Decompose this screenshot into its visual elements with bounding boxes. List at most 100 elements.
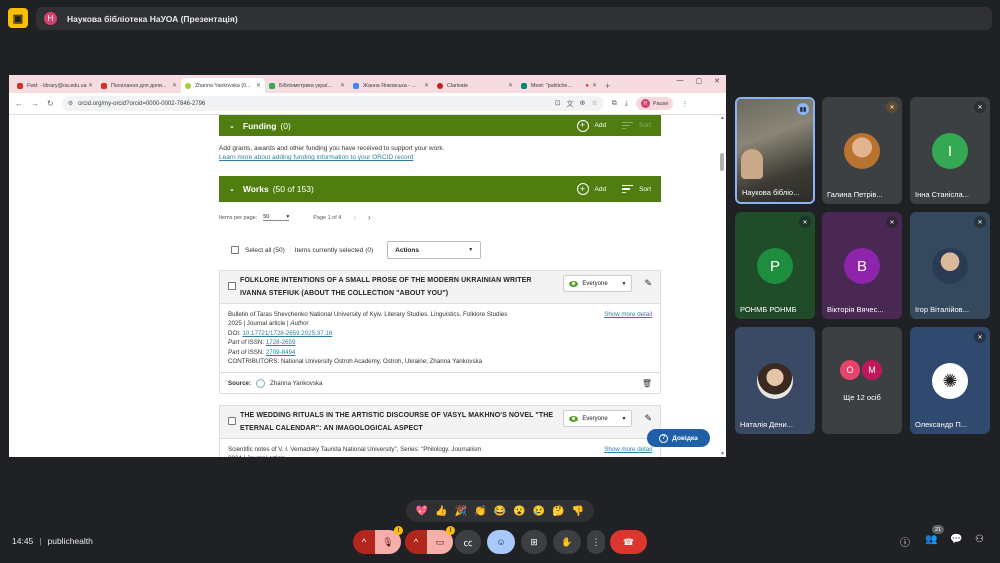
participant-tile[interactable]: ✕ Р РОНМБ РОНМБ: [735, 212, 815, 319]
leave-call-button[interactable]: ☎: [610, 530, 647, 554]
close-tab-icon[interactable]: ✕: [340, 82, 345, 89]
chat-icon[interactable]: 💬: [950, 534, 962, 545]
show-more-detail-link[interactable]: Show more detail: [604, 445, 652, 454]
close-tab-icon[interactable]: ✕: [88, 82, 93, 89]
scroll-thumb[interactable]: [720, 153, 724, 171]
browser-tab[interactable]: Посилання для допи... ✕: [97, 78, 181, 93]
browser-tab-active[interactable]: Zhanna Yankovska (0... ✕: [181, 78, 265, 93]
forward-icon[interactable]: →: [31, 99, 39, 108]
profile-button[interactable]: Н Pause: [635, 97, 674, 110]
scroll-down-icon[interactable]: ▼: [720, 451, 725, 457]
select-all-checkbox[interactable]: [231, 246, 239, 254]
activities-icon[interactable]: ⚇: [975, 534, 984, 545]
scroll-up-icon[interactable]: ▲: [720, 115, 725, 121]
address-bar[interactable]: ⚙ orcid.org/my-orcid?orcid=0000-0002-784…: [61, 96, 604, 111]
browser-tab[interactable]: Clarivate ✕: [433, 78, 517, 93]
help-button[interactable]: ? Довідка: [647, 429, 710, 447]
menu-kebab-icon[interactable]: ⋮: [681, 100, 688, 108]
add-circle-icon[interactable]: +: [576, 183, 589, 195]
works-sort-button[interactable]: Sort: [639, 186, 651, 193]
zoom-icon[interactable]: ⊕: [580, 99, 586, 109]
more-participants-tile[interactable]: О М Ще 12 осіб: [822, 327, 902, 434]
site-info-icon[interactable]: ⚙: [68, 100, 73, 107]
camera-toggle-button[interactable]: ▭ !: [427, 526, 455, 554]
mic-toggle-button[interactable]: 🎙 !: [375, 526, 403, 554]
more-options-button[interactable]: ⋮: [587, 530, 605, 554]
reaction-thinking-icon[interactable]: 🤔: [552, 506, 564, 517]
visibility-dropdown[interactable]: Everyone ▼: [563, 410, 633, 427]
browser-tab[interactable]: Бібліометрика украї... ✕: [265, 78, 349, 93]
browser-tab[interactable]: Жанна Янковська - ... ✕: [349, 78, 433, 93]
funding-learn-more-link[interactable]: Learn more about adding funding informat…: [219, 154, 413, 161]
reaction-heart-icon[interactable]: 💖: [416, 506, 428, 517]
participant-logo: ✺: [932, 363, 968, 399]
actions-dropdown[interactable]: Actions ▼: [387, 241, 482, 259]
works-add-button[interactable]: Add: [595, 186, 607, 193]
close-tab-icon[interactable]: ✕: [592, 82, 597, 89]
participant-photo: [844, 133, 880, 169]
participant-tile[interactable]: ✕ І Інна Станісла...: [910, 97, 990, 204]
previous-page-icon[interactable]: ‹: [353, 213, 356, 222]
issn-link[interactable]: 1728-2659: [266, 339, 296, 346]
work-checkbox[interactable]: [228, 282, 236, 290]
install-icon[interactable]: ⊡: [555, 99, 561, 109]
translate-icon[interactable]: 文: [567, 99, 574, 109]
raise-hand-button[interactable]: ✋: [553, 530, 581, 554]
bookmark-star-icon[interactable]: ☆: [591, 99, 597, 109]
close-tab-icon[interactable]: ✕: [508, 82, 513, 89]
edit-pencil-icon[interactable]: ✎: [644, 413, 652, 424]
new-tab-icon[interactable]: +: [605, 81, 610, 91]
maximize-icon[interactable]: ▢: [696, 77, 703, 85]
close-window-icon[interactable]: ✕: [714, 77, 720, 85]
camera-options-button[interactable]: ^: [405, 530, 427, 554]
trash-icon[interactable]: 🗑: [642, 379, 652, 388]
captions-button[interactable]: ㏄: [455, 530, 481, 554]
minimize-icon[interactable]: —: [677, 77, 684, 85]
chevron-down-icon[interactable]: ⌄: [229, 185, 235, 193]
browser-tab[interactable]: Meet: "publiche... ● ✕: [517, 78, 601, 93]
browser-tab[interactable]: Fwd: - library@oa.edu.ua ✕: [13, 78, 97, 93]
reaction-thumbs-up-icon[interactable]: 👍: [435, 506, 447, 517]
extensions-icon[interactable]: ⧉: [612, 100, 617, 108]
funding-section-header[interactable]: ⌄ Funding (0) + Add Sort: [219, 115, 661, 136]
show-more-detail-link[interactable]: Show more detail: [604, 310, 652, 319]
sort-icon[interactable]: [622, 183, 634, 195]
participant-tile[interactable]: ✕ В Вікторія Вячес...: [822, 212, 902, 319]
next-page-icon[interactable]: ›: [368, 213, 371, 222]
reaction-surprised-icon[interactable]: 😮: [513, 506, 525, 517]
issn-link[interactable]: 2709-8494: [266, 349, 296, 356]
emoji-button[interactable]: ☺: [487, 530, 515, 554]
participant-tile[interactable]: ✕ Ігор Віталійов...: [910, 212, 990, 319]
chevron-down-icon[interactable]: ⌄: [229, 122, 235, 130]
reload-icon[interactable]: ↻: [47, 99, 54, 108]
sort-icon[interactable]: [622, 120, 634, 132]
download-icon[interactable]: ⤓: [625, 100, 628, 108]
items-per-page-select[interactable]: 50 ▾: [263, 214, 290, 221]
close-tab-icon[interactable]: ✕: [172, 82, 177, 89]
reaction-sad-icon[interactable]: 😢: [533, 506, 545, 517]
participant-tile[interactable]: ✕ Галина Петрів...: [822, 97, 902, 204]
works-section-header[interactable]: ⌄ Works (50 of 153) + Add Sort: [219, 176, 661, 202]
add-circle-icon[interactable]: +: [576, 119, 589, 132]
visibility-dropdown[interactable]: Everyone ▼: [563, 275, 633, 292]
participant-tile[interactable]: ▮▮ Наукова бібліо...: [735, 97, 815, 204]
edit-pencil-icon[interactable]: ✎: [644, 278, 652, 289]
people-icon[interactable]: 👥: [925, 534, 937, 545]
funding-sort-button[interactable]: Sort: [639, 122, 651, 129]
work-checkbox[interactable]: [228, 417, 236, 425]
reaction-laugh-icon[interactable]: 😂: [494, 506, 506, 517]
meeting-details-icon[interactable]: ⓘ: [900, 534, 910, 549]
participant-tile[interactable]: Наталія Дени...: [735, 327, 815, 434]
reaction-clap-icon[interactable]: 👏: [474, 506, 486, 517]
back-icon[interactable]: ←: [15, 99, 23, 108]
participant-tile[interactable]: ✕ ✺ Олександр П...: [910, 327, 990, 434]
present-button[interactable]: ⊞: [521, 530, 547, 554]
funding-add-button[interactable]: Add: [595, 122, 607, 129]
close-tab-icon[interactable]: ✕: [424, 82, 429, 89]
reaction-party-icon[interactable]: 🎉: [455, 506, 467, 517]
doi-link[interactable]: 10.17721/1728-2659.2025.37.16: [242, 330, 332, 337]
close-tab-icon[interactable]: ✕: [256, 82, 261, 89]
page-scrollbar[interactable]: ▲ ▼: [720, 115, 725, 457]
mic-options-button[interactable]: ^: [353, 530, 375, 554]
reaction-thumbs-down-icon[interactable]: 👎: [572, 506, 584, 517]
